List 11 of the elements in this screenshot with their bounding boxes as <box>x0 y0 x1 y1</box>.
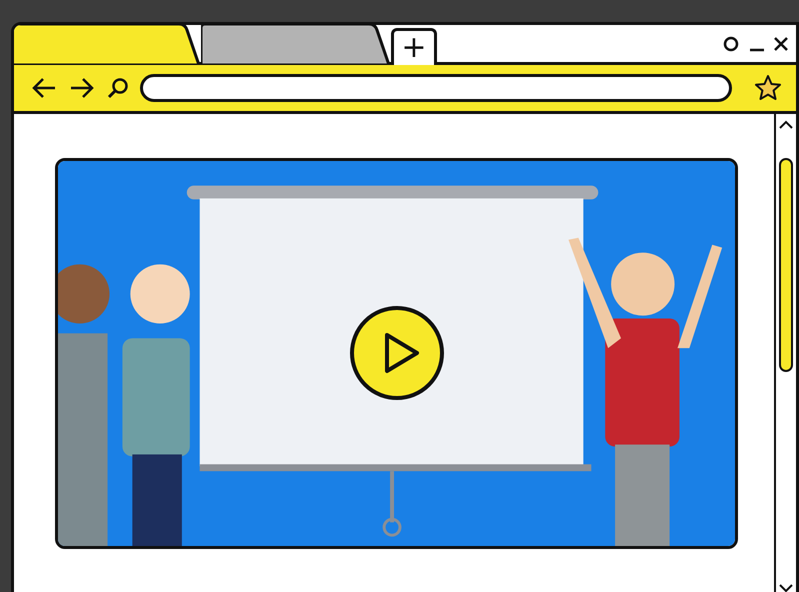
back-arrow-icon[interactable] <box>30 76 58 100</box>
scrollbar-thumb[interactable] <box>779 158 793 372</box>
tab[interactable] <box>201 25 391 65</box>
scrollbar[interactable] <box>774 114 796 592</box>
tab[interactable] <box>14 25 201 65</box>
address-field[interactable] <box>140 74 732 102</box>
search-icon[interactable] <box>106 76 130 100</box>
new-tab-button[interactable]: + <box>391 28 437 65</box>
forward-arrow-icon[interactable] <box>68 76 96 100</box>
close-icon[interactable] <box>772 34 790 52</box>
star-icon[interactable] <box>754 74 782 102</box>
